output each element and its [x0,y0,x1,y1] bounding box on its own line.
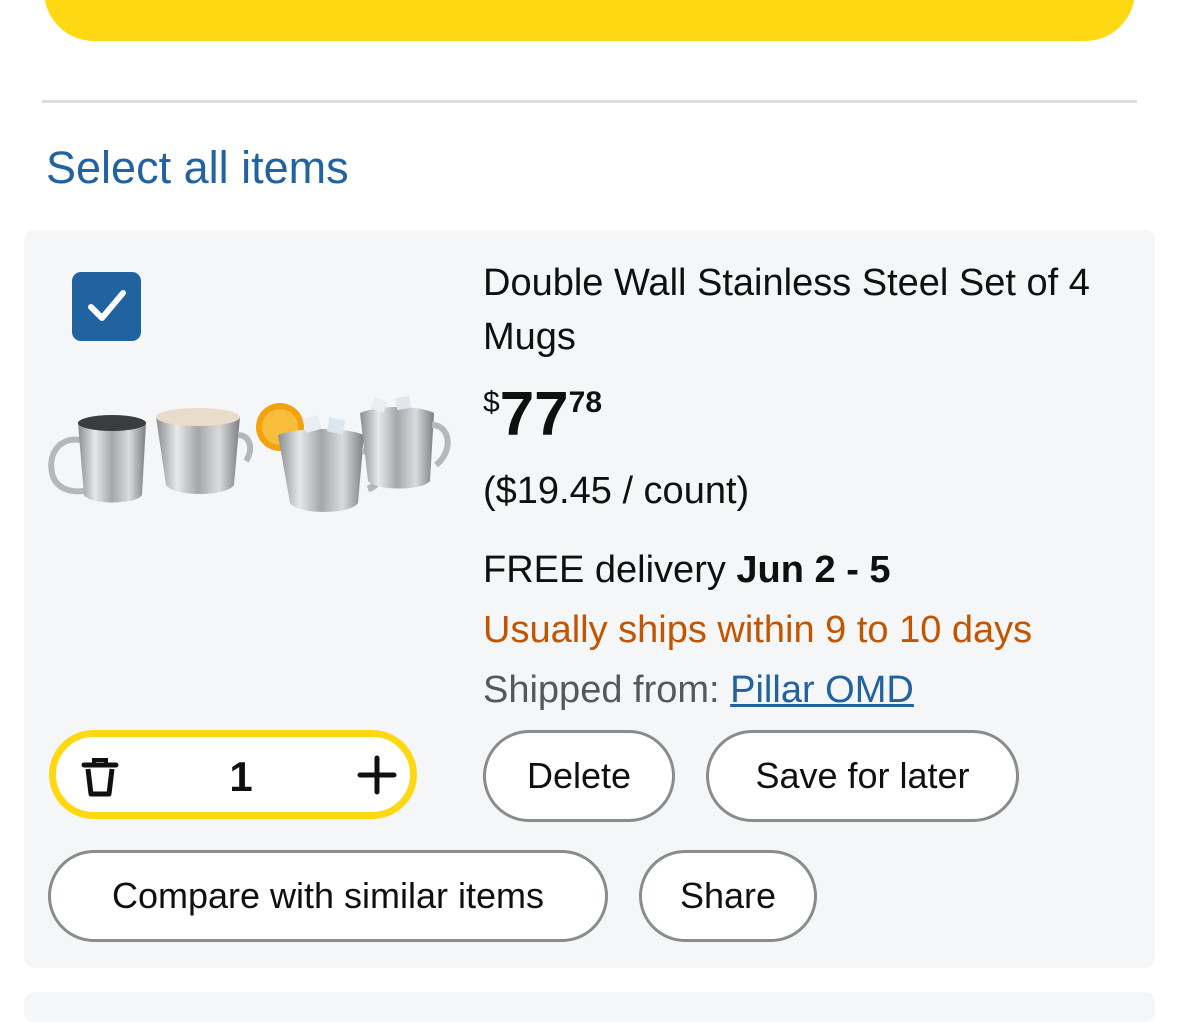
shipped-from: Shipped from: Pillar OMD [483,665,914,715]
seller-link[interactable]: Pillar OMD [730,669,914,711]
divider [42,100,1137,103]
delivery-prefix: FREE delivery [483,549,737,591]
quantity-value: 1 [229,753,253,800]
price-currency: $ [483,386,500,419]
select-all-link[interactable]: Select all items [46,140,349,196]
delivery-info: FREE delivery Jun 2 - 5 [483,545,891,595]
price-fraction: 78 [568,386,603,419]
product-title[interactable]: Double Wall Stainless Steel Set of 4 Mug… [483,256,1143,364]
item-select-checkbox[interactable] [72,272,141,341]
checkmark-icon [88,290,126,321]
price-whole: 77 [499,380,569,449]
compare-similar-button[interactable]: Compare with similar items [48,850,608,942]
plus-icon[interactable] [357,755,397,800]
share-button[interactable]: Share [639,850,817,942]
save-for-later-button[interactable]: Save for later [706,730,1019,822]
delete-button[interactable]: Delete [483,730,675,822]
shipping-note: Usually ships within 9 to 10 days [483,609,1033,651]
trash-icon[interactable] [80,757,120,802]
product-price: $7778 [483,380,602,450]
quantity-stepper: 1 [49,730,417,819]
shipped-from-label: Shipped from: [483,669,731,711]
delivery-date: Jun 2 - 5 [736,549,891,591]
proceed-to-checkout-button[interactable] [44,0,1135,41]
product-image[interactable] [46,395,452,520]
next-cart-item-card [24,992,1155,1022]
unit-price: ($19.45 / count) [483,470,750,512]
